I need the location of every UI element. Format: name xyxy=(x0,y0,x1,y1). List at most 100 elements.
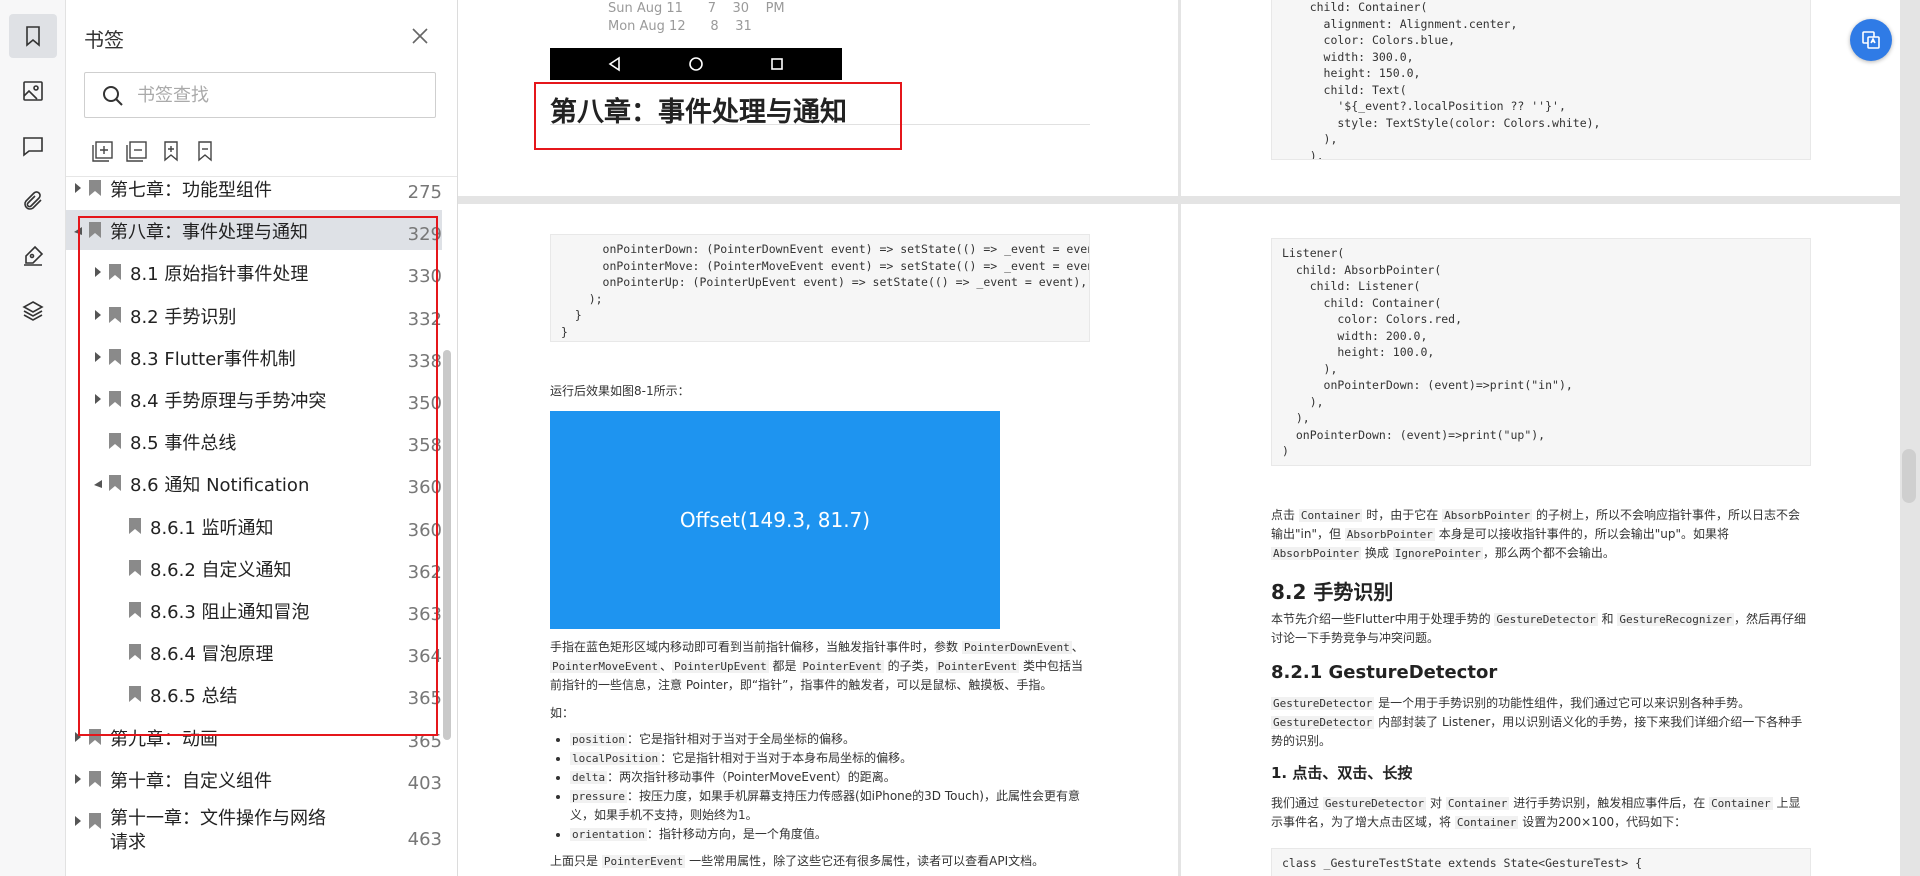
figure-caption: 运行后效果如图8-1所示： xyxy=(550,384,690,398)
bookmark-row[interactable]: 第十章：自定义组件 403 xyxy=(66,759,442,799)
bookmark-label: 第七章：功能型组件 xyxy=(110,180,272,201)
bookmark-row[interactable]: 8.4 手势原理与手势冲突 350 xyxy=(66,379,442,419)
bookmark-icon xyxy=(129,559,141,576)
bookmark-label: 8.6.5 总结 xyxy=(150,686,238,708)
demo-offset-text: Offset(149.3, 81.7) xyxy=(679,508,871,532)
bookmark-label: 8.1 原始指针事件处理 xyxy=(130,264,309,286)
heading-8-2-1: 8.2.1 GestureDetector xyxy=(1271,662,1498,683)
bookmark-icon xyxy=(26,26,40,47)
bookmark-page-number: 332 xyxy=(407,308,442,330)
remove-bookmark-icon[interactable] xyxy=(192,138,218,164)
page-top-right: child: Container( alignment: Alignment.c… xyxy=(1181,0,1900,196)
bookmark-icon xyxy=(89,222,101,239)
heading-highlight-annotation xyxy=(534,82,902,150)
bookmark-icon xyxy=(109,264,121,281)
bookmark-icon xyxy=(129,602,141,618)
bookmark-search-input[interactable] xyxy=(137,81,427,109)
bookmark-row[interactable]: 8.3 Flutter事件机制 338 xyxy=(66,337,442,377)
collapse-all-icon[interactable] xyxy=(124,138,150,164)
caret-right-icon[interactable] xyxy=(72,771,84,787)
code-block-absorb-pointer: Listener( child: AbsorbPointer( child: L… xyxy=(1271,238,1811,466)
layers-tab-button[interactable] xyxy=(9,289,57,333)
attachment-tab-button[interactable] xyxy=(9,179,57,223)
bookmark-page-number: 350 xyxy=(407,393,442,414)
bookmark-icon xyxy=(129,517,141,534)
document-viewport[interactable]: Sun Aug 11 7 30 PM Mon Aug 12 8 31 第八章：事… xyxy=(458,0,1920,876)
caret-right-icon[interactable] xyxy=(92,391,104,407)
translate-icon xyxy=(1862,31,1880,49)
floating-action-button[interactable] xyxy=(1850,19,1892,61)
bookmark-row[interactable]: 第八章：事件处理与通知 329 xyxy=(66,210,442,251)
bookmark-page-number: 329 xyxy=(407,224,442,246)
bookmark-page-number: 338 xyxy=(407,350,442,372)
pointer-property-list: position：它是指针相对于当对于全局坐标的偏移。localPosition… xyxy=(570,730,1090,844)
list-item: position：它是指针相对于当对于全局坐标的偏移。 xyxy=(570,730,1090,749)
bookmark-row[interactable]: 第九章：动画 365 xyxy=(66,717,442,757)
bookmark-icon xyxy=(109,306,121,323)
bookmark-row[interactable]: 8.6.3 阻止通知冒泡 363 xyxy=(66,590,442,630)
bookmark-tab-button[interactable] xyxy=(9,14,57,58)
home-icon xyxy=(689,57,703,71)
bookmark-page-number: 364 xyxy=(407,646,442,668)
add-bookmark-icon[interactable] xyxy=(158,138,184,164)
android-nav-bar xyxy=(550,48,842,80)
bookmark-icon xyxy=(109,348,121,365)
bookmark-row[interactable]: 8.6.1 监听通知 360 xyxy=(66,506,442,546)
paragraph-ru: 如： xyxy=(550,706,575,720)
bookmark-row[interactable]: 第十一章：文件操作与网络请求 463 xyxy=(66,801,442,853)
bookmark-label: 第九章：动画 xyxy=(110,728,218,750)
bookmark-row[interactable]: 8.6 通知 Notification 360 xyxy=(66,463,442,503)
list-item: orientation：指针移动方向，是一个角度值。 xyxy=(570,825,1090,844)
bookmark-page-number: 403 xyxy=(407,772,442,794)
bookmark-label: 第八章：事件处理与通知 xyxy=(110,222,308,244)
bookmark-icon xyxy=(89,180,101,196)
caret-down-icon[interactable] xyxy=(72,222,84,238)
caret-right-icon[interactable] xyxy=(72,729,84,745)
paragraph-pointer-event: 手指在蓝色矩形区域内移动即可看到当前指针偏移，当触发指针事件时，参数 Point… xyxy=(550,640,1084,692)
bookmark-icon xyxy=(109,391,121,407)
bookmark-row[interactable]: 8.6.2 自定义通知 362 xyxy=(66,548,442,588)
bookmark-row[interactable]: 8.5 事件总线 358 xyxy=(66,421,442,461)
bookmark-page-number: 365 xyxy=(407,730,442,752)
bookmark-page-number: 330 xyxy=(407,266,442,288)
image-icon xyxy=(23,81,43,101)
bookmark-label: 8.5 事件总线 xyxy=(130,433,237,455)
caret-right-icon[interactable] xyxy=(72,180,84,196)
comment-tab-button[interactable] xyxy=(9,124,57,168)
bookmark-label: 8.6 通知 Notification xyxy=(130,475,310,497)
bookmark-scrollbar[interactable] xyxy=(443,350,451,740)
signature-tab-button[interactable] xyxy=(9,234,57,278)
paragraph-bottom: 上面只是 PointerEvent 一些常用属性，除了这些它还有很多属性，读者可… xyxy=(550,854,1045,868)
caret-right-icon[interactable] xyxy=(72,813,84,829)
bookmark-row[interactable]: 8.1 原始指针事件处理 330 xyxy=(66,252,442,292)
document-scrollbar[interactable] xyxy=(1902,449,1916,503)
caret-right-icon[interactable] xyxy=(92,307,104,323)
bookmark-row[interactable]: 8.6.5 总结 365 xyxy=(66,674,442,714)
bookmark-label: 8.6.1 监听通知 xyxy=(150,517,274,539)
bookmark-label: 第十一章：文件操作与网络请求 xyxy=(110,808,326,853)
bookmark-icon xyxy=(129,686,141,703)
bookmark-icon xyxy=(89,813,101,829)
code-block-listener: onPointerDown: (PointerDownEvent event) … xyxy=(550,234,1090,342)
bookmark-row[interactable]: 8.2 手势识别 332 xyxy=(66,295,442,335)
thumbnail-tab-button[interactable] xyxy=(9,69,57,113)
panel-title: 书签 xyxy=(84,28,124,52)
bookmark-row[interactable]: 第七章：功能型组件 275 xyxy=(66,168,442,208)
bookmark-row[interactable]: 8.6.4 冒泡原理 364 xyxy=(66,632,442,672)
caret-right-icon[interactable] xyxy=(92,349,104,365)
code-block-gesture-test: class _GestureTestState extends State<Ge… xyxy=(1271,848,1811,876)
demo-blue-rect: Offset(149.3, 81.7) xyxy=(550,411,1000,629)
bookmark-label: 8.6.2 自定义通知 xyxy=(150,559,292,581)
close-icon[interactable] xyxy=(408,24,432,48)
search-icon xyxy=(103,86,123,106)
list-item: delta：两次指针移动事件（PointerMoveEvent）的距离。 xyxy=(570,768,1090,787)
comment-icon xyxy=(23,137,43,157)
caret-right-icon[interactable] xyxy=(92,264,104,280)
bookmark-label: 8.3 Flutter事件机制 xyxy=(130,348,296,370)
expand-all-icon[interactable] xyxy=(90,138,116,164)
bookmark-tree: 第七章：功能型组件 275 第八章：事件处理与通知 329 8.1 原始指针事件处理 33… xyxy=(66,180,446,876)
bookmark-icon xyxy=(129,644,141,661)
bookmark-page-number: 365 xyxy=(407,688,442,710)
attachment-icon xyxy=(24,191,42,210)
caret-down-icon[interactable] xyxy=(92,475,104,491)
